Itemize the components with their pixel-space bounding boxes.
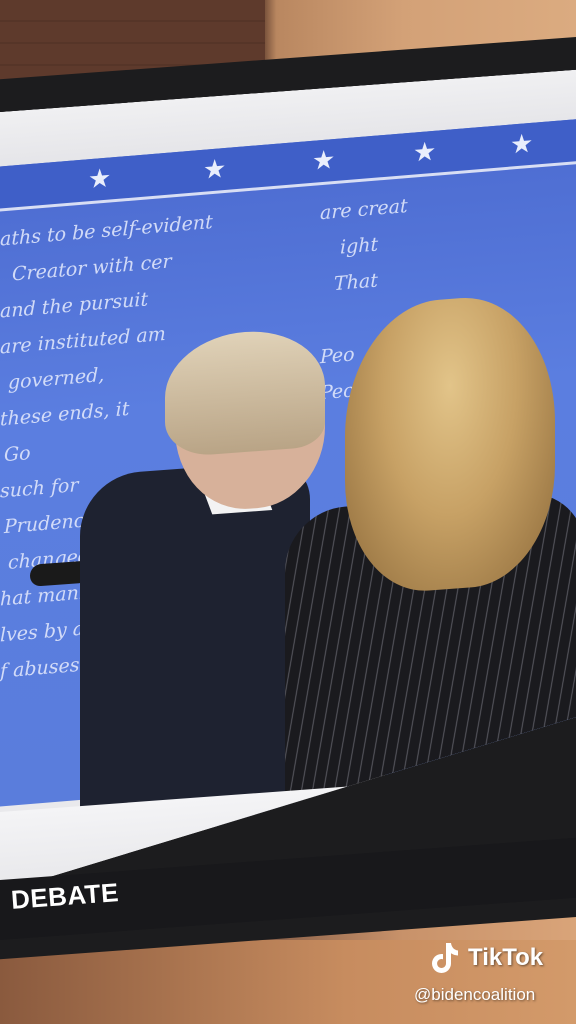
tiktok-handle: @bidencoalition (414, 985, 536, 1004)
woman-hair (345, 291, 555, 596)
tiktok-watermark: TikTok (428, 940, 568, 976)
video-frame: ★ ★ ★ ★ ★ aths to be self-evident Creato… (0, 0, 576, 1024)
tiktok-note-icon (432, 943, 458, 973)
star-icon: ★ (413, 136, 437, 169)
tiktok-brand-text: TikTok (468, 944, 544, 971)
tiktok-logo: TikTok (428, 940, 568, 976)
star-icon: ★ (312, 144, 336, 177)
star-icon: ★ (203, 153, 227, 186)
star-icon: ★ (510, 128, 534, 161)
star-icon: ★ (88, 163, 112, 196)
man-in-suit (80, 459, 310, 836)
